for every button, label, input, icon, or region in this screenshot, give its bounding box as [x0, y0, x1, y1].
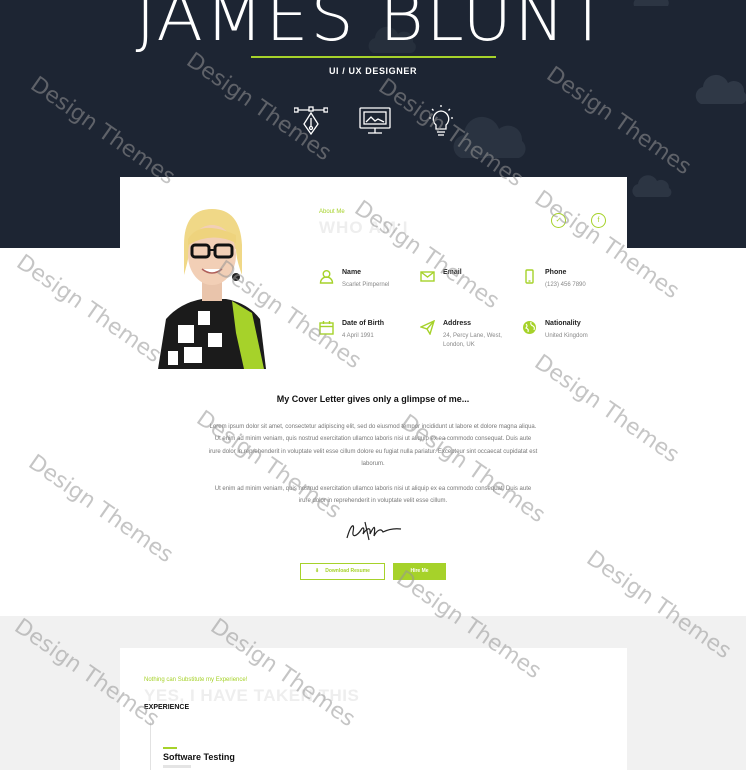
watermark: Design Themes — [23, 450, 178, 569]
cover-letter-paragraph: Lorem ipsum dolor sit amet, consectetur … — [208, 424, 538, 467]
globe-icon — [523, 321, 536, 334]
info-label: Name — [342, 269, 362, 276]
info-value: 4 April 1991 — [342, 333, 374, 339]
info-name: Name Scarlet Pimpernel — [319, 269, 419, 299]
download-resume-button[interactable]: ⬇ Download Resume — [300, 563, 385, 580]
job-title: Software Testing — [163, 752, 235, 762]
info-label: Email — [443, 269, 462, 276]
facebook-icon[interactable]: f — [591, 213, 606, 228]
monitor-icon — [359, 107, 391, 134]
job-accent-rule — [163, 747, 177, 749]
phone-icon — [525, 269, 534, 284]
about-kicker: About Me — [319, 209, 345, 215]
pen-tool-icon — [294, 106, 328, 136]
hire-me-button[interactable]: Hire Me — [393, 563, 446, 580]
title-underline — [251, 56, 496, 58]
info-address: Address 24, Percy Lane, West, London, UK — [420, 320, 520, 350]
info-label: Nationality — [545, 320, 581, 327]
info-value: United Kingdom — [545, 333, 588, 339]
experience-label: EXPERIENCE — [144, 704, 190, 711]
info-label: Address — [443, 320, 472, 327]
page-title: JAMES BLUNT — [135, 0, 611, 57]
info-dob: Date of Birth 4 April 1991 — [319, 320, 419, 350]
download-resume-label: Download Resume — [325, 568, 370, 574]
download-icon: ⬇ — [315, 568, 320, 574]
info-value: (123) 456 7890 — [545, 282, 586, 288]
envelope-icon — [420, 271, 435, 282]
experience-kicker: Nothing can Substitute my Experience! — [144, 677, 248, 683]
experience-heading: YES, I HAVE TAKEN THIS — [144, 686, 360, 705]
info-label: Date of Birth — [342, 320, 384, 327]
about-heading: WHO AM I — [319, 218, 409, 237]
info-phone: Phone (123) 456 7890 — [522, 269, 622, 299]
info-value: Scarlet Pimpernel — [342, 282, 390, 288]
twitter-icon[interactable]: ✓ — [551, 213, 566, 228]
info-nationality: Nationality United Kingdom — [522, 320, 622, 350]
cloud-icon — [453, 116, 526, 158]
info-value: 24, Percy Lane, West, London, UK — [443, 333, 502, 348]
paper-plane-icon — [420, 320, 435, 335]
role-subtitle: UI / UX DESIGNER — [328, 66, 418, 76]
timeline-line — [150, 722, 151, 770]
cover-letter-title: My Cover Letter gives only a glimpse of … — [276, 394, 470, 404]
job-subtitle-placeholder — [163, 765, 191, 768]
cloud-icon — [632, 175, 672, 197]
user-icon — [319, 270, 334, 284]
info-label: Phone — [545, 269, 567, 276]
about-card: About Me WHO AM I ✓ f Name Scarlet Pimpe… — [120, 177, 627, 387]
cover-letter-paragraph: Ut enim ad minim veniam, quis nostrud ex… — [214, 486, 532, 505]
experience-card: Nothing can Substitute my Experience! YE… — [120, 648, 627, 770]
signature-image — [346, 521, 402, 541]
calendar-icon — [319, 321, 334, 335]
info-email: Email — [420, 269, 520, 299]
lightbulb-icon — [429, 105, 453, 136]
portrait-photo — [140, 201, 286, 369]
